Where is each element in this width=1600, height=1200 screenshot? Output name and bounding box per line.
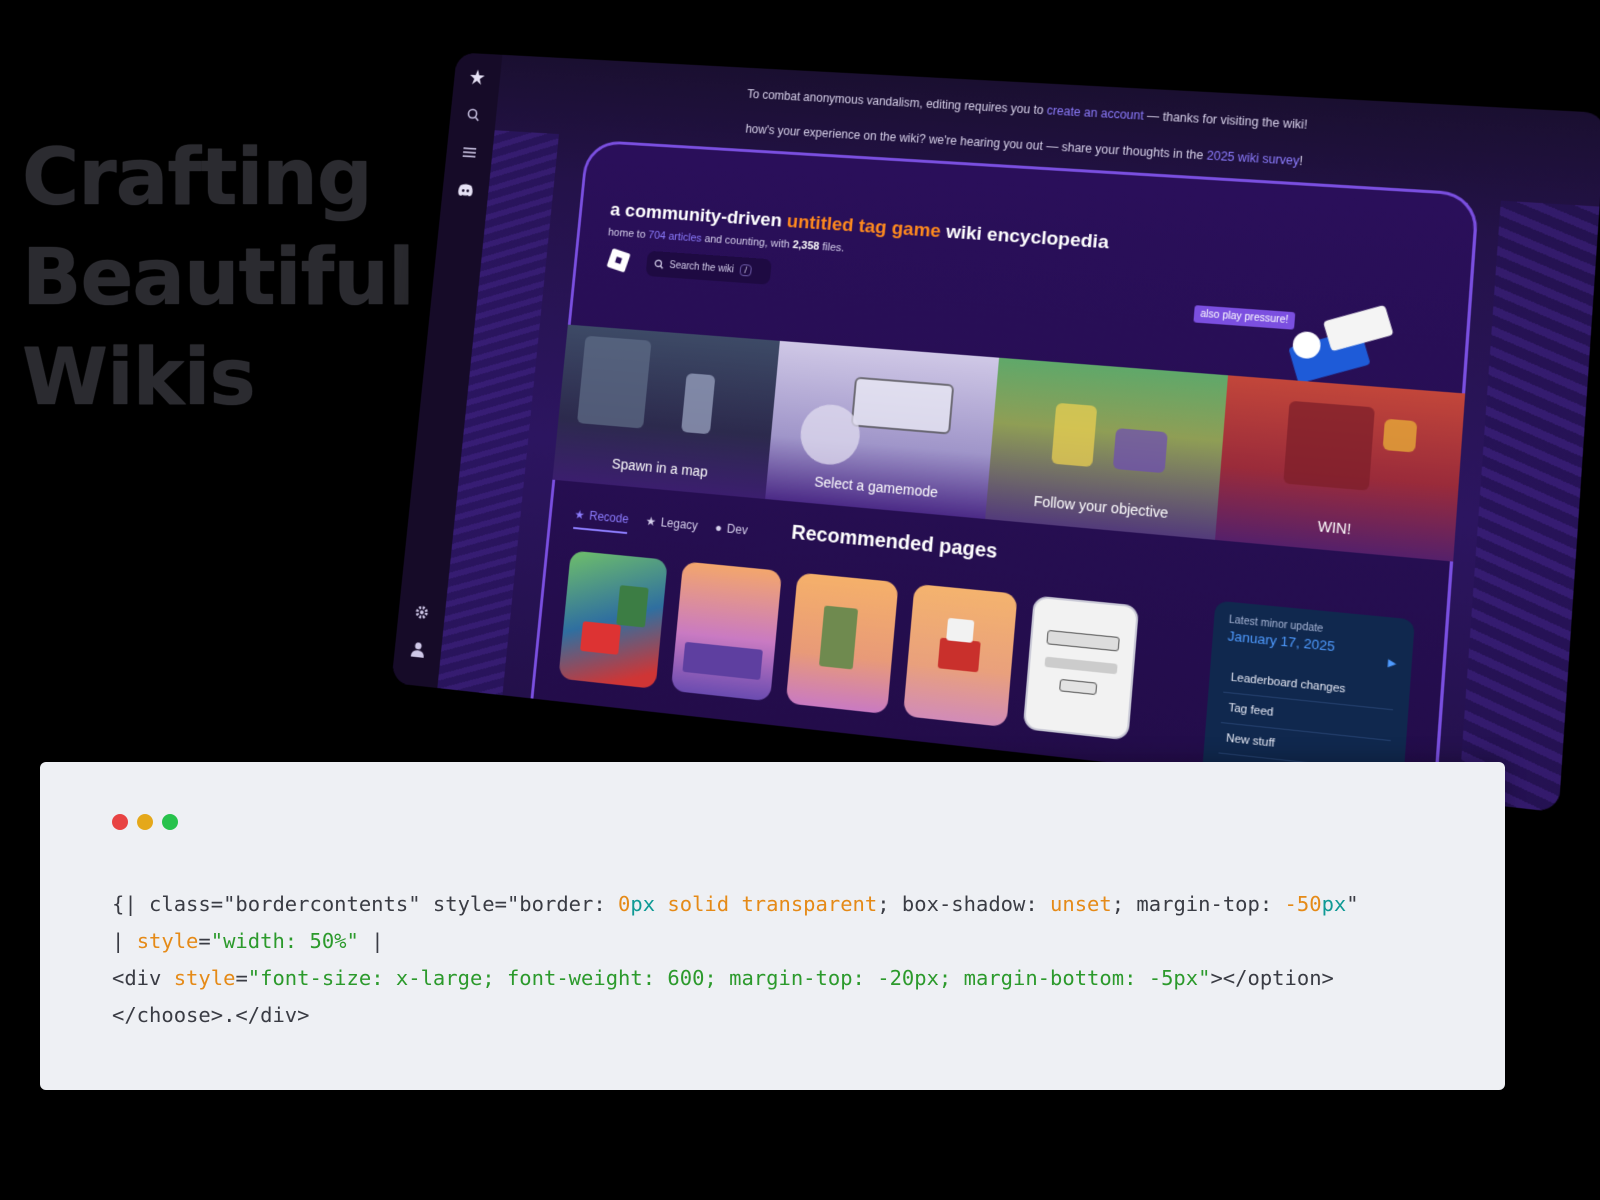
code-token: ; box-shadow:	[877, 892, 1051, 916]
hero-line-1: Crafting	[22, 133, 373, 223]
vandalism-notice: To combat anonymous vandalism, editing r…	[508, 74, 1582, 147]
star-icon: ★	[573, 507, 586, 523]
recommended-card[interactable]	[785, 572, 899, 715]
slide-caption: Follow your objective	[1032, 492, 1169, 522]
discord-icon[interactable]	[454, 179, 476, 201]
search-shortcut-key: /	[739, 264, 753, 277]
banner-slide[interactable]: Follow your objective	[985, 357, 1228, 540]
tagline-prefix: a community-driven	[609, 199, 788, 232]
notice-text: To combat anonymous vandalism, editing r…	[746, 87, 1048, 118]
tab-legacy[interactable]: ★ Legacy	[644, 514, 698, 541]
roblox-icon[interactable]	[606, 248, 631, 273]
code-token: "width: 50%"	[210, 929, 359, 953]
tab-dev[interactable]: ● Dev	[714, 520, 749, 545]
hero-heading: Crafting Beautiful Wikis	[22, 128, 415, 428]
recommended-card[interactable]	[670, 561, 783, 702]
tagline-suffix: wiki encyclopedia	[939, 221, 1110, 254]
search-input[interactable]: Search the wiki /	[645, 250, 772, 285]
recommended-card[interactable]	[558, 550, 668, 689]
slide-caption: Spawn in a map	[611, 455, 709, 480]
search-placeholder: Search the wiki	[668, 259, 735, 275]
code-line-2: | style="width: 50%" |	[112, 929, 384, 953]
code-token: style	[136, 929, 199, 953]
tab-label: Recode	[588, 508, 630, 527]
main-panel: a community-driven untitled tag game wik…	[524, 139, 1480, 813]
code-token: px	[1321, 892, 1347, 916]
code-token: style	[173, 966, 236, 990]
wiki-window: To combat anonymous vandalism, editing r…	[391, 52, 1600, 813]
star-logo-icon[interactable]	[466, 66, 488, 88]
recommended-card[interactable]	[902, 583, 1018, 728]
dev-icon: ●	[714, 520, 723, 536]
code-window: {| class="bordercontents" style="border:…	[40, 762, 1505, 1090]
recommended-card[interactable]	[1022, 595, 1140, 741]
code-line-1: {| class="bordercontents" style="border:…	[112, 892, 1359, 916]
tab-label: Dev	[726, 521, 749, 538]
code-token: -50	[1284, 892, 1322, 916]
stats-prefix: home to	[607, 226, 649, 241]
banner-slide[interactable]: Select a gamemode	[764, 340, 1000, 520]
survey-text-end: !	[1298, 153, 1304, 169]
code-token: =	[235, 966, 248, 990]
minimize-dot-icon[interactable]	[137, 814, 153, 830]
create-account-link[interactable]: create an account	[1046, 103, 1144, 122]
recommended-title: Recommended pages	[790, 521, 999, 564]
hero-line-2: Beautiful	[22, 233, 415, 323]
code-token: solid transparent	[655, 892, 878, 916]
code-token: <div	[112, 966, 174, 990]
banner-slide[interactable]: WIN!	[1214, 375, 1466, 562]
code-line-4: </choose>.</div>	[112, 1003, 310, 1027]
window-controls	[112, 814, 178, 830]
banner-slide[interactable]: Spawn in a map	[552, 324, 780, 499]
files-count: 2,358	[792, 239, 820, 253]
articles-count-link[interactable]: 704 articles	[648, 229, 702, 244]
menu-icon[interactable]	[458, 141, 480, 163]
code-token: "font-size: x-large; font-weight: 600; m…	[247, 966, 1211, 990]
star-icon: ★	[645, 514, 657, 529]
gear-icon[interactable]	[411, 601, 433, 624]
also-play-badge[interactable]: also play pressure!	[1193, 305, 1296, 330]
slide-caption: WIN!	[1317, 517, 1352, 538]
tagline-game-name: untitled tag game	[785, 211, 942, 243]
code-token: ; margin-top:	[1111, 892, 1285, 916]
code-token: "	[1346, 892, 1359, 916]
close-dot-icon[interactable]	[112, 814, 128, 830]
user-icon[interactable]	[407, 638, 429, 662]
search-icon	[654, 259, 664, 269]
tab-label: Legacy	[660, 515, 699, 533]
code-token: ></option>	[1210, 966, 1334, 990]
version-tabs: ★ Recode ★ Legacy ● Dev	[573, 507, 748, 545]
code-token: px	[630, 892, 656, 916]
code-token: 0	[618, 892, 631, 916]
search-icon[interactable]	[462, 104, 484, 126]
tab-recode[interactable]: ★ Recode	[573, 507, 630, 535]
hero-line-3: Wikis	[22, 333, 256, 423]
wiki-screenshot: To combat anonymous vandalism, editing r…	[391, 52, 1600, 813]
wiki-survey-link[interactable]: 2025 wiki survey	[1206, 148, 1300, 168]
code-token: =	[198, 929, 211, 953]
notice-text-end: — thanks for visiting the wiki!	[1143, 108, 1309, 132]
play-arrow-icon[interactable]: ▶	[1388, 658, 1397, 670]
background-decoration-right	[1458, 200, 1600, 813]
code-token: |	[112, 929, 137, 953]
code-line-3: <div style="font-size: x-large; font-wei…	[112, 966, 1334, 990]
code-snippet: {| class="bordercontents" style="border:…	[112, 886, 1359, 1034]
code-token: unset	[1050, 892, 1112, 916]
slide-caption: Select a gamemode	[813, 473, 939, 501]
stats-suffix: files.	[818, 240, 845, 255]
maximize-dot-icon[interactable]	[162, 814, 178, 830]
code-token: {| class="bordercontents" style="border:	[112, 892, 619, 916]
code-token: |	[358, 929, 384, 953]
stats-middle: and counting, with	[701, 233, 794, 251]
wiki-tagline: a community-driven untitled tag game wik…	[609, 200, 1109, 255]
recommended-cards	[558, 550, 1140, 741]
